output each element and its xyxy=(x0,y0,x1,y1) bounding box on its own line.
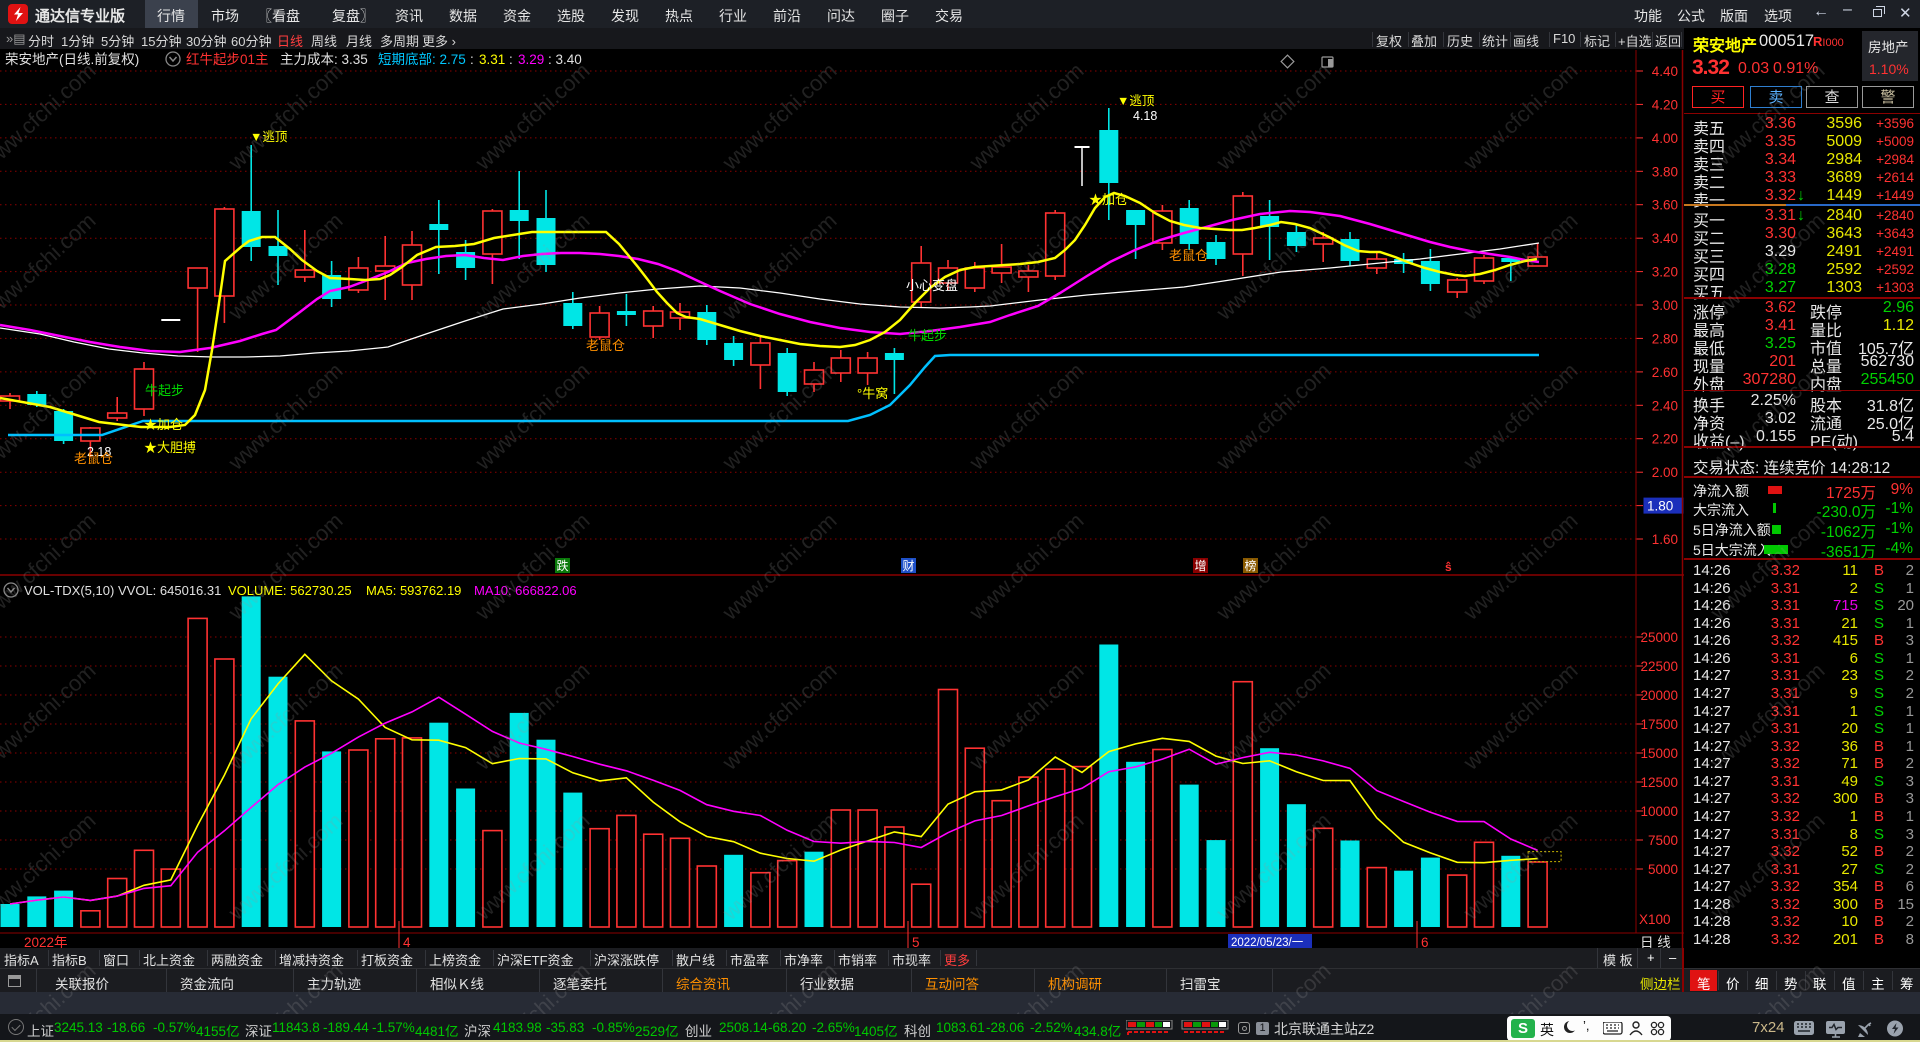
svg-text:3.31: 3.31 xyxy=(479,52,505,67)
svg-text:7500: 7500 xyxy=(1648,833,1678,848)
svg-text:3.40: 3.40 xyxy=(1652,231,1678,246)
svg-text:3.20: 3.20 xyxy=(1652,265,1678,280)
svg-text:老鼠仓: 老鼠仓 xyxy=(586,338,625,353)
svg-text:榜: 榜 xyxy=(1245,558,1257,573)
svg-text:2.80: 2.80 xyxy=(1652,331,1678,346)
svg-text:日 线: 日 线 xyxy=(1640,935,1671,948)
svg-text:红牛起步01主: 红牛起步01主 xyxy=(186,52,269,67)
svg-text:2022/05/23/一: 2022/05/23/一 xyxy=(1231,937,1304,948)
svg-text:X100: X100 xyxy=(1639,912,1671,927)
svg-text:VOLUME: 562730.25: VOLUME: 562730.25 xyxy=(228,583,352,598)
svg-text:财: 财 xyxy=(903,559,915,573)
svg-text:20000: 20000 xyxy=(1640,688,1678,703)
svg-text:3.00: 3.00 xyxy=(1652,298,1678,313)
svg-text:4.40: 4.40 xyxy=(1652,64,1678,79)
svg-text:17500: 17500 xyxy=(1640,717,1678,732)
svg-text:▼逃顶: ▼逃顶 xyxy=(1117,94,1155,108)
svg-text:6: 6 xyxy=(1421,935,1429,948)
svg-text:2.40: 2.40 xyxy=(1652,398,1678,413)
svg-text:4.00: 4.00 xyxy=(1652,131,1678,146)
svg-text::: : xyxy=(509,52,513,67)
svg-text:5: 5 xyxy=(912,935,920,948)
svg-text:2.60: 2.60 xyxy=(1652,365,1678,380)
svg-text:4.18: 4.18 xyxy=(1133,109,1157,123)
svg-text:牛起步: 牛起步 xyxy=(145,383,184,398)
svg-text:12500: 12500 xyxy=(1640,775,1678,790)
svg-text:主力成本: 3.35: 主力成本: 3.35 xyxy=(280,52,368,67)
svg-text:22500: 22500 xyxy=(1640,659,1678,674)
svg-text:3.60: 3.60 xyxy=(1652,198,1678,213)
svg-text:VVOL: 645016.31: VVOL: 645016.31 xyxy=(118,583,221,598)
svg-text:小心变盘: 小心变盘 xyxy=(906,278,958,293)
svg-text:: 3.40: : 3.40 xyxy=(548,52,582,67)
svg-text:★加仓: ★加仓 xyxy=(144,417,183,432)
svg-text:MA10: 666822.06: MA10: 666822.06 xyxy=(474,583,577,598)
svg-text:5000: 5000 xyxy=(1648,862,1678,877)
svg-text:15000: 15000 xyxy=(1640,746,1678,761)
svg-text:25000: 25000 xyxy=(1640,630,1678,645)
svg-text:3.80: 3.80 xyxy=(1652,164,1678,179)
svg-text:老鼠仓: 老鼠仓 xyxy=(1169,248,1208,263)
svg-text:跌: 跌 xyxy=(557,558,569,573)
svg-text:1.80: 1.80 xyxy=(1647,499,1673,514)
svg-text:牛起步: 牛起步 xyxy=(908,328,947,343)
svg-text:2.20: 2.20 xyxy=(1652,432,1678,447)
svg-text:短期底部: 2.75: 短期底部: 2.75 xyxy=(378,52,466,67)
svg-text:荣安地产(日线.前复权): 荣安地产(日线.前复权) xyxy=(5,51,139,67)
svg-text:2.00: 2.00 xyxy=(1652,465,1678,480)
svg-text:★加仓: ★加仓 xyxy=(1089,192,1128,207)
svg-text:3.29: 3.29 xyxy=(518,52,544,67)
svg-text:老鼠仓: 老鼠仓 xyxy=(74,451,113,466)
svg-text:2022年: 2022年 xyxy=(24,935,68,948)
svg-text:4.20: 4.20 xyxy=(1652,97,1678,112)
svg-text:★大胆搏: ★大胆搏 xyxy=(144,440,196,455)
svg-text:ŝ: ŝ xyxy=(1445,560,1452,574)
svg-text::: : xyxy=(470,52,474,67)
svg-text:°牛窝: °牛窝 xyxy=(857,386,888,401)
svg-text:4: 4 xyxy=(403,935,411,948)
svg-text:MA5: 593762.19: MA5: 593762.19 xyxy=(366,583,461,598)
svg-text:VOL-TDX(5,10): VOL-TDX(5,10) xyxy=(24,583,114,598)
svg-text:10000: 10000 xyxy=(1640,804,1678,819)
svg-text:▼逃顶: ▼逃顶 xyxy=(250,130,288,144)
svg-text:1.60: 1.60 xyxy=(1652,532,1678,547)
svg-text:增: 增 xyxy=(1195,559,1207,573)
